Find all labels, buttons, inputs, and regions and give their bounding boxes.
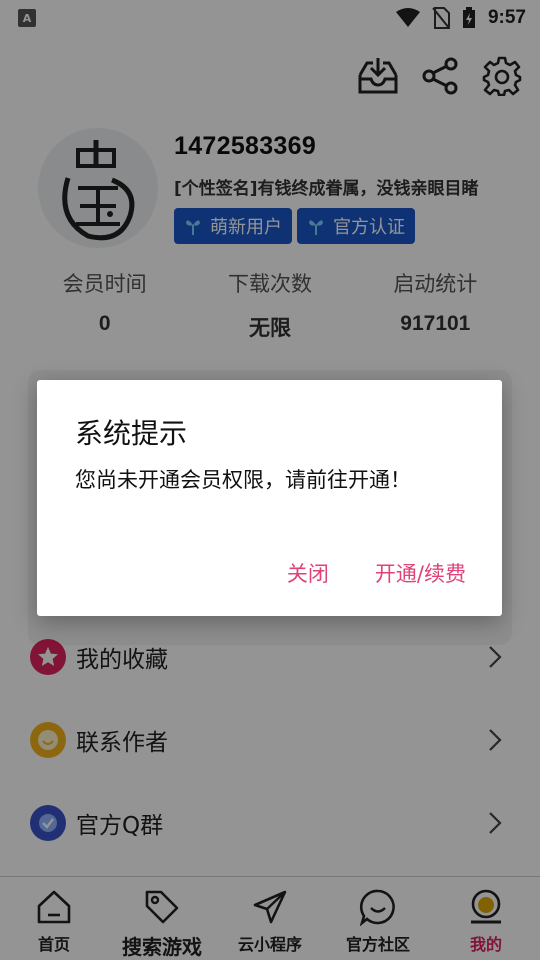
dialog-message: 您尚未开通会员权限，请前往开通！	[75, 468, 411, 492]
close-button[interactable]: 关闭	[287, 558, 329, 588]
dialog-actions: 关闭 开通/续费	[287, 558, 466, 588]
system-alert-dialog: 系统提示 您尚未开通会员权限，请前往开通！ 关闭 开通/续费	[37, 380, 502, 616]
dialog-title: 系统提示	[75, 417, 188, 450]
renew-membership-button[interactable]: 开通/续费	[375, 558, 466, 588]
